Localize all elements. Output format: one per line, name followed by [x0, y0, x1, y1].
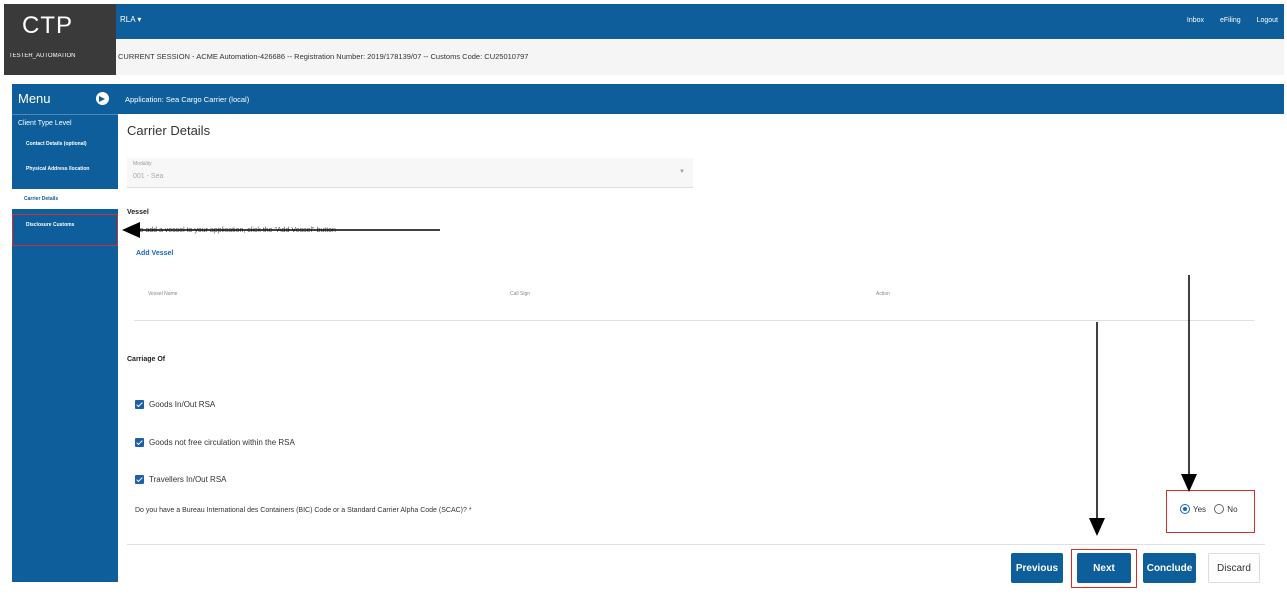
- annotation-arrows: [122, 222, 1197, 536]
- page: CTP TESTER_AUTOMATION RLA ▾ Inbox eFilin…: [0, 0, 1287, 595]
- arrow-to-disclosure: [122, 222, 440, 238]
- arrow-to-yes-radio: [1181, 275, 1197, 492]
- arrow-to-next: [1089, 322, 1105, 536]
